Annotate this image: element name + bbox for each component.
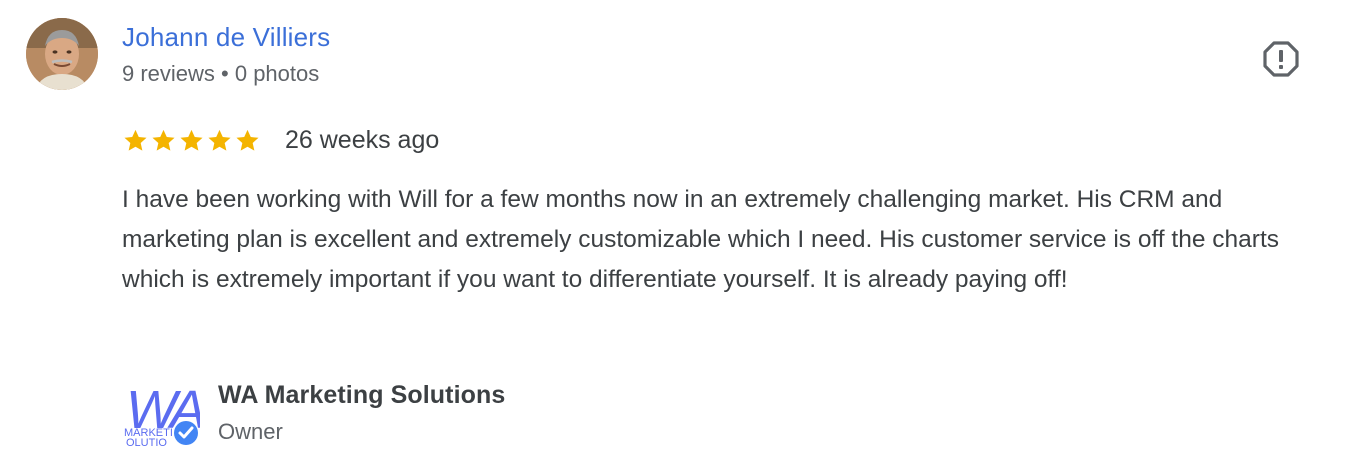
owner-role: Owner xyxy=(218,419,283,444)
star-rating xyxy=(122,127,261,154)
avatar-photo xyxy=(26,18,98,90)
owner-logo-subtext-2: OLUTIO xyxy=(126,437,167,448)
verified-badge-icon xyxy=(174,421,198,445)
review-card: Johann de Villiers 9 reviews • 0 photos … xyxy=(0,0,1356,466)
star-icon xyxy=(236,129,259,151)
star-icon xyxy=(152,129,175,151)
reviewer-avatar[interactable] xyxy=(26,18,98,90)
rating-row: 26 weeks ago xyxy=(122,124,439,156)
star-icon xyxy=(208,129,231,151)
review-date: 26 weeks ago xyxy=(285,126,440,154)
star-icon xyxy=(124,129,147,151)
report-icon[interactable] xyxy=(1262,40,1300,78)
owner-name: WA Marketing Solutions xyxy=(218,381,506,409)
reviewer-name-link[interactable]: Johann de Villiers xyxy=(122,20,330,54)
star-icon xyxy=(180,129,203,151)
review-text: I have been working with Will for a few … xyxy=(122,186,1280,293)
reviewer-stats: 9 reviews • 0 photos xyxy=(122,61,320,86)
owner-logo: WA MARKETI OLUTIO xyxy=(122,376,210,449)
